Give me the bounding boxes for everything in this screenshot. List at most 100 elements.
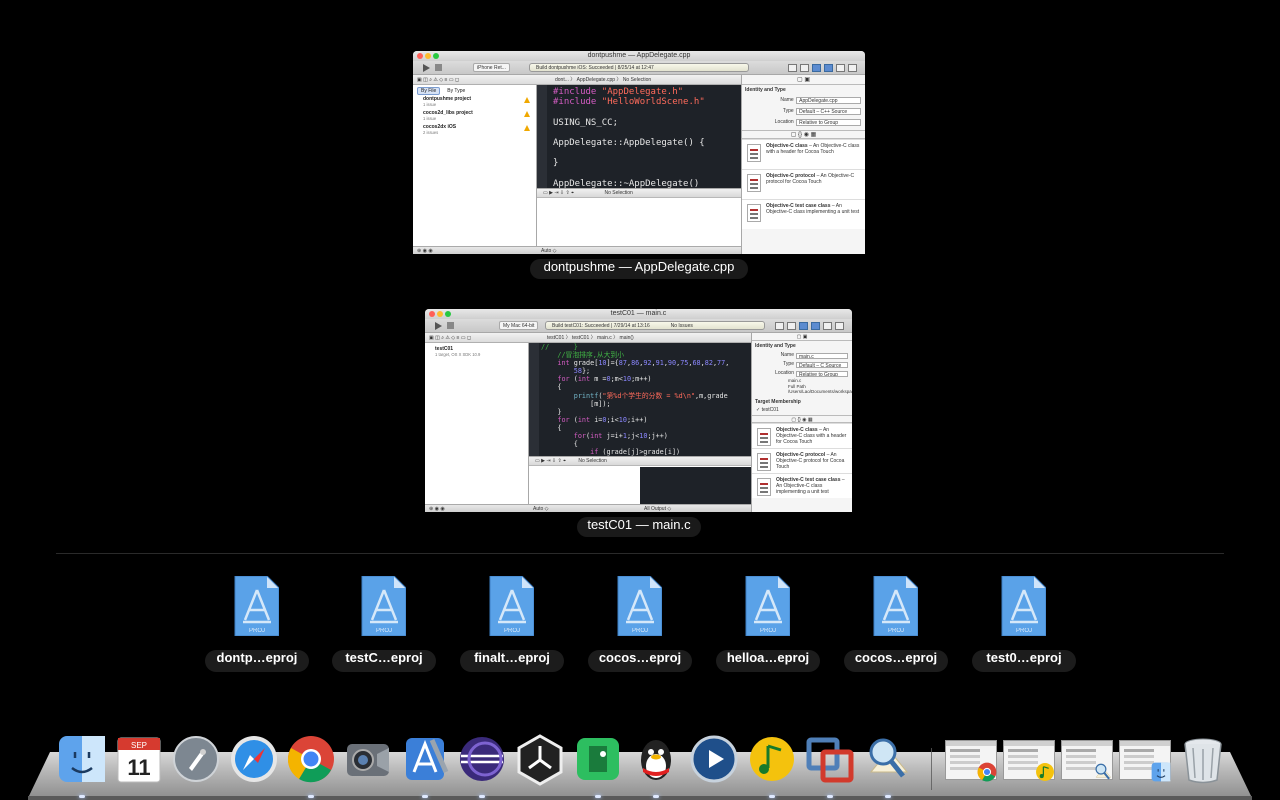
library-item: Objective-C test case class – An Objecti… xyxy=(742,199,865,229)
project-file[interactable]: PROJ helloa…eproj xyxy=(716,576,820,674)
quicktime-icon xyxy=(690,735,738,783)
calendar-month: SEP xyxy=(131,741,147,750)
unity-icon xyxy=(517,734,563,786)
inspector-row: Location Relative to Group xyxy=(742,117,865,128)
running-indicator xyxy=(595,795,601,798)
inspector-row: Type Default – C++ Source xyxy=(742,106,865,117)
dock-item-vmware[interactable] xyxy=(803,732,857,786)
file-template-icon xyxy=(747,174,761,192)
warning-icon xyxy=(524,111,530,117)
dock-item-trash[interactable] xyxy=(1176,732,1230,786)
project-file-label: dontp…eproj xyxy=(205,650,309,672)
file-template-icon xyxy=(747,144,761,162)
dock-item-music[interactable] xyxy=(745,732,799,786)
code-line: int grade[10]={87,86,92,91,90,75,68,82,7… xyxy=(557,359,730,368)
navigator-toolbar: ▣ ◫ ⌕ ⚠ ◇ ≡ ▭ ◻ xyxy=(413,75,537,85)
debug-area: ▭ ▶ ⇥ ⇩ ⇧ ⌖ No Selection xyxy=(537,188,741,246)
utilities-inspector: ▢ ▣ Identity and Type Name AppDelegate.cp… xyxy=(741,75,865,254)
minimized-photo-window[interactable] xyxy=(1003,740,1055,781)
inspector-row: Location Relative to Group xyxy=(752,369,852,378)
utilities-inspector: ▢ ▣ Identity and Type Name main.c Type Def… xyxy=(751,333,852,512)
calendar-day: 11 xyxy=(127,755,150,780)
project-file[interactable]: PROJ testC…eproj xyxy=(332,576,436,674)
window-dontpushme[interactable]: dontpushme — AppDelegate.cpp iPhone Ret.… xyxy=(413,51,865,254)
calendar-icon: SEP 11 xyxy=(117,737,161,783)
project-file-label: cocos…eproj xyxy=(588,650,692,672)
dock-item-qq[interactable] xyxy=(629,732,683,786)
project-file[interactable]: PROJ cocos…eproj xyxy=(588,576,692,674)
window-testc01[interactable]: testC01 — main.c My Mac 64-bit Build tes… xyxy=(425,309,852,512)
finder-icon xyxy=(1151,762,1171,782)
activity-status: Build dontpushme iOS: Succeeded | 8/25/1… xyxy=(529,63,749,72)
window-titlebar: testC01 — main.c xyxy=(425,309,852,319)
dock-shelf-edge xyxy=(28,796,1252,800)
run-icon xyxy=(435,322,442,330)
dock-item-evernote[interactable] xyxy=(571,732,625,786)
minimized-finder-window[interactable] xyxy=(1119,740,1171,782)
dock-item-finder[interactable] xyxy=(55,732,109,786)
warning-icon xyxy=(524,97,530,103)
jump-bar: dont... 〉 AppDelegate.cpp 〉 No Selection xyxy=(537,75,741,85)
navigator-row: cocos2d_libs project 1 issue xyxy=(413,109,536,123)
membership-item: ✓ testC01 xyxy=(756,406,779,413)
project-file[interactable]: PROJ finalt…eproj xyxy=(460,576,564,674)
file-template-icon xyxy=(757,477,771,496)
svg-text:PROJ: PROJ xyxy=(888,628,904,634)
trash-icon xyxy=(1184,738,1222,784)
library-item: Objective-C test case class – An Objecti… xyxy=(752,472,852,498)
running-indicator xyxy=(479,795,485,798)
code-line: AppDelegate::AppDelegate() { xyxy=(553,138,705,149)
debug-bottom-bar: Auto ◇ xyxy=(529,504,640,512)
code-line: #include "AppDelegate.h" xyxy=(553,87,684,97)
dock-item-quicktime[interactable] xyxy=(687,732,741,786)
stop-icon xyxy=(435,64,442,71)
file-template-icon xyxy=(757,452,771,471)
xcodeproj-icon: PROJ xyxy=(1001,576,1046,636)
dock-item-launchpad[interactable] xyxy=(169,732,223,786)
code-line: printf("第%d个学生的分数 = %d\n",m,grade xyxy=(573,391,728,400)
music-icon xyxy=(1036,763,1054,781)
chrome-icon xyxy=(977,762,997,782)
dock-item-xcode[interactable] xyxy=(398,732,452,786)
project-file[interactable]: PROJ dontp…eproj xyxy=(205,576,309,674)
running-indicator xyxy=(769,795,775,798)
vmware-icon xyxy=(806,737,854,783)
running-indicator xyxy=(885,795,891,798)
minimized-preview-window[interactable] xyxy=(1061,740,1113,780)
xcodeproj-icon: PROJ xyxy=(873,576,918,636)
code-line: //冒泡排序,从大到小 xyxy=(541,351,625,360)
dock-item-unity[interactable] xyxy=(513,732,567,786)
code-line: { xyxy=(541,423,562,432)
window-label-testc01: testC01 — main.c xyxy=(577,517,701,537)
svg-text:PROJ: PROJ xyxy=(376,628,392,634)
code-line: AppDelegate::~AppDelegate() xyxy=(553,178,700,188)
svg-text:PROJ: PROJ xyxy=(632,628,648,634)
inspector-row: Type Default – C Source xyxy=(752,360,852,369)
debug-bar: ▭ ▶ ⇥ ⇩ ⇧ ⌖ No Selection xyxy=(537,189,741,198)
code-line: for (int m =0;m<10;m++) xyxy=(557,375,652,384)
dock-item-calendar[interactable]: SEP 11 xyxy=(112,732,166,786)
xcodeproj-icon: PROJ xyxy=(234,576,279,636)
dock-item-eclipse[interactable] xyxy=(455,732,509,786)
view-buttons xyxy=(772,322,844,332)
xcode-icon xyxy=(406,738,449,780)
dock-item-preview[interactable] xyxy=(861,732,915,786)
dock-item-chrome[interactable] xyxy=(284,732,338,786)
dock-item-facetime[interactable] xyxy=(341,732,395,786)
activity-status: Build testC01: Succeeded | 7/29/14 at 13… xyxy=(545,321,765,330)
launchpad-icon xyxy=(173,736,219,782)
dock-item-safari[interactable] xyxy=(227,732,281,786)
debug-area: ▭ ▶ ⇥ ⇩ ⇧ ⌖ No Selection xyxy=(529,456,751,504)
scheme-selector: My Mac 64-bit xyxy=(499,321,539,330)
project-file[interactable]: PROJ test0…eproj xyxy=(972,576,1076,674)
membership-heading: Target Membership xyxy=(755,398,801,405)
project-file[interactable]: PROJ cocos…eproj xyxy=(844,576,948,674)
minimized-chrome-window[interactable] xyxy=(945,740,997,782)
debug-bar: ▭ ▶ ⇥ ⇩ ⇧ ⌖ No Selection xyxy=(529,457,751,466)
divider xyxy=(56,553,1224,554)
running-indicator xyxy=(827,795,833,798)
code-line: } xyxy=(541,407,562,416)
